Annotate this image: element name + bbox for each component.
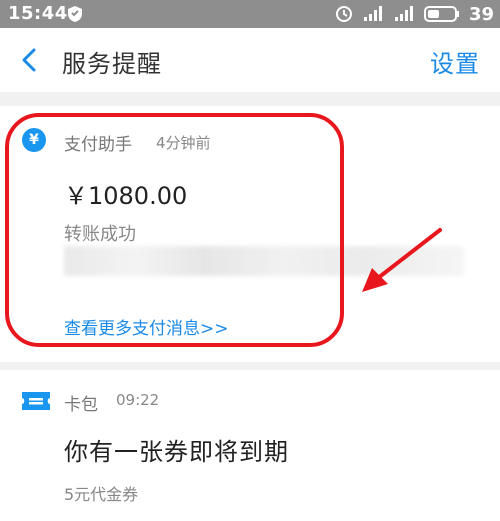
coupon-description: 5元代金券 [64,485,139,504]
settings-button[interactable]: 设置 [430,44,480,79]
page-title: 服务提醒 [62,50,162,78]
annotation-highlight [5,113,344,347]
ticket-icon [22,392,50,410]
annotation-arrow-icon [362,228,442,292]
message-time: 09:22 [116,391,160,409]
alarm-icon [335,6,352,22]
signal-icon [394,6,413,21]
shield-icon [68,6,82,22]
back-icon[interactable] [18,47,40,73]
coupon-headline: 你有一张券即将到期 [64,438,289,466]
divider [0,92,500,106]
status-time: 15:44 [8,3,68,24]
battery-icon [423,6,459,22]
status-bar: 15:44 39 [0,0,500,28]
card-pack-message-card[interactable]: 卡包 09:22 你有一张券即将到期 5元代金券 [0,370,500,521]
message-source: 卡包 [64,395,98,415]
battery-level: 39 [468,3,494,25]
app-header: 服务提醒 设置 [0,28,500,92]
signal-icon [363,6,382,21]
divider [0,362,500,370]
